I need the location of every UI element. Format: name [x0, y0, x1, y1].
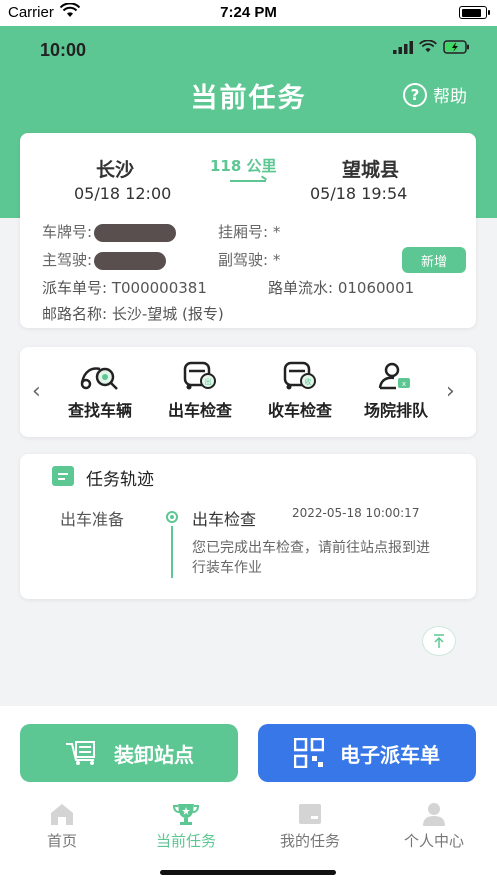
depart-time: 05/18 12:00 [74, 184, 172, 203]
redacted-driver [94, 251, 167, 270]
find-vehicle-icon [80, 367, 118, 390]
action-label: 场院排队 [363, 401, 428, 420]
wifi-icon [419, 40, 437, 53]
system-time: 7:24 PM [220, 4, 277, 21]
help-label: 帮助 [433, 87, 467, 107]
tab-label: 个人中心 [403, 832, 464, 850]
departure-check-icon: 出 [183, 361, 216, 390]
scroll-to-top-button[interactable] [422, 626, 456, 656]
bottom-panel: 装卸站点 电子派车单 首页 当前任务 我的任务 个人中心 [0, 706, 497, 883]
scroll-left-icon[interactable]: ‹ [32, 379, 41, 404]
help-icon: ? [403, 82, 427, 107]
scroll-right-icon[interactable]: › [446, 379, 455, 404]
track-list-icon [52, 466, 74, 486]
action-label: 查找车辆 [67, 401, 132, 420]
plate-row: 车牌号: [42, 221, 177, 242]
driver-label: 主驾驶: [42, 251, 93, 269]
charging-battery-icon [443, 40, 469, 54]
trailer-label: 挂厢号: * [218, 223, 281, 241]
app-status-time: 10:00 [40, 40, 87, 60]
svg-text:x: x [402, 380, 406, 388]
tab-bar: 首页 当前任务 我的任务 个人中心 [0, 802, 497, 862]
plate-label: 车牌号: [42, 223, 93, 241]
app-status-icons [393, 40, 471, 54]
track-time: 2022-05-18 10:00:17 [292, 506, 420, 520]
tab-current-task[interactable]: 当前任务 [124, 802, 248, 851]
e-dispatch-label: 电子派车单 [340, 742, 440, 767]
tab-label: 我的任务 [279, 832, 340, 850]
help-button[interactable]: ? 帮助 [403, 82, 467, 107]
yard-queue-icon: x [378, 362, 410, 390]
system-status-bar: Carrier 7:24 PM [0, 0, 497, 26]
action-yard-queue[interactable]: x 场院排队 [348, 361, 444, 421]
load-unload-station-button[interactable]: 装卸站点 [20, 724, 238, 782]
tab-profile[interactable]: 个人中心 [372, 802, 496, 851]
signal-icon [393, 40, 413, 54]
action-label: 收车检查 [267, 401, 332, 420]
home-indicator [160, 870, 336, 875]
action-departure-check[interactable]: 出 出车检查 [152, 361, 248, 421]
add-co-driver-button[interactable]: 新增 [402, 247, 466, 273]
qr-code-icon [294, 738, 324, 768]
route-serial: 路单流水: 01060001 [268, 279, 415, 297]
destination-city: 望城县 [342, 159, 400, 181]
task-track-card: 任务轨迹 出车准备 出车检查 2022-05-18 10:00:17 您已完成出… [20, 454, 476, 599]
co-driver-label: 副驾驶: * [218, 251, 281, 269]
route-distance: 118 公里 [210, 157, 277, 175]
arrive-time: 05/18 19:54 [310, 184, 408, 203]
action-return-check[interactable]: 收 收车检查 [252, 361, 348, 421]
quick-actions-card: ‹ 查找车辆 出 出车检查 收 收车检查 x 场院排队 › [20, 347, 476, 437]
route-name: 邮路名称: 长沙-望城 (报专) [42, 305, 224, 323]
action-label: 出车检查 [167, 401, 232, 420]
e-dispatch-button[interactable]: 电子派车单 [258, 724, 476, 782]
co-driver-row: 副驾驶: * [218, 249, 280, 270]
battery-icon [459, 6, 490, 19]
track-title: 任务轨迹 [86, 470, 154, 490]
trophy-icon [173, 804, 199, 825]
track-stage: 出车准备 [60, 510, 125, 529]
origin-city: 长沙 [96, 159, 135, 181]
task-list-icon [299, 804, 321, 824]
timeline-dot-icon [166, 511, 178, 523]
tab-my-tasks[interactable]: 我的任务 [248, 802, 372, 851]
driver-row: 主驾驶: [42, 249, 167, 270]
timeline-line [171, 526, 173, 578]
track-description: 您已完成出车检查，请前往站点报到进行装车作业 [192, 540, 430, 576]
tab-home[interactable]: 首页 [0, 802, 124, 851]
load-unload-label: 装卸站点 [114, 742, 194, 767]
return-check-icon: 收 [283, 361, 316, 390]
svg-text:收: 收 [305, 377, 312, 386]
action-find-vehicle[interactable]: 查找车辆 [52, 361, 148, 421]
station-icon [66, 741, 95, 765]
trailer-row: 挂厢号: * [218, 221, 280, 242]
home-icon [51, 804, 73, 825]
route-arrow-icon [230, 180, 266, 182]
arrow-up-icon [434, 634, 444, 648]
track-event: 出车检查 [192, 510, 257, 529]
task-card: 长沙 118 公里 望城县 05/18 12:00 05/18 19:54 车牌… [20, 133, 476, 328]
dispatch-number: 派车单号: T000000381 [42, 279, 207, 297]
user-icon [423, 803, 445, 826]
redacted-plate [94, 223, 177, 242]
tab-label: 首页 [46, 832, 77, 850]
svg-text:出: 出 [205, 377, 212, 386]
tab-label: 当前任务 [155, 832, 216, 850]
